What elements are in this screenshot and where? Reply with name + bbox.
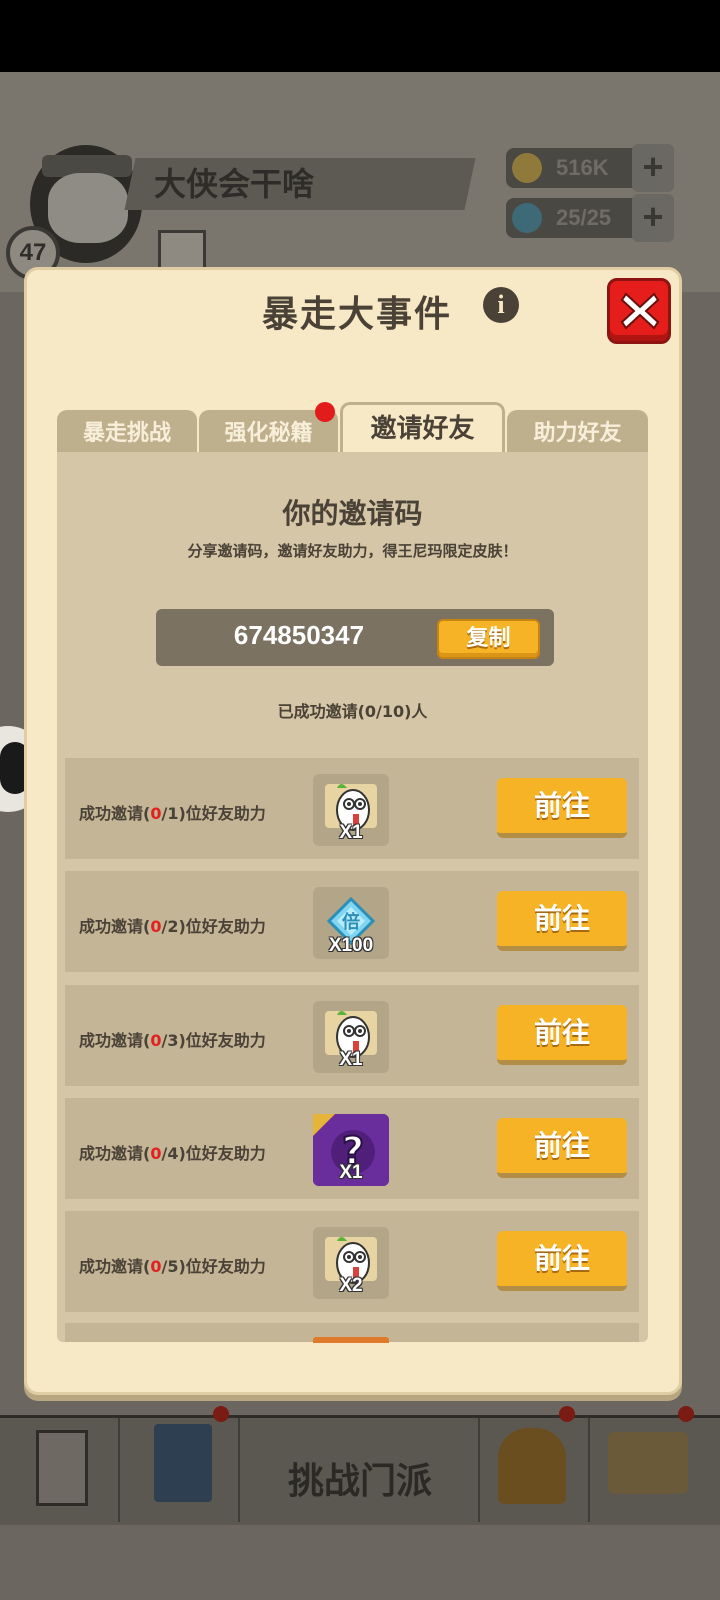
add-coin-button[interactable]: + bbox=[632, 144, 674, 192]
energy-resource: 25/25 + bbox=[506, 194, 674, 242]
mail-icon[interactable] bbox=[158, 230, 206, 270]
nav-equipment[interactable] bbox=[480, 1418, 590, 1522]
reward-quantity: X100 bbox=[328, 935, 374, 956]
info-icon[interactable]: i bbox=[483, 287, 519, 323]
reward-item[interactable]: ? X1 bbox=[313, 1114, 389, 1186]
helmet-icon bbox=[498, 1428, 566, 1504]
go-button[interactable]: 前往 bbox=[497, 1118, 627, 1178]
coin-value: 516K bbox=[556, 155, 609, 180]
nav-collect[interactable] bbox=[590, 1418, 720, 1522]
reward-quantity: X2 bbox=[339, 1275, 363, 1296]
add-energy-button[interactable]: + bbox=[632, 194, 674, 242]
go-button[interactable]: 前往 bbox=[497, 1005, 627, 1065]
reward-item[interactable]: X2 bbox=[313, 1227, 389, 1299]
invite-code-heading: 你的邀请码 bbox=[282, 497, 423, 530]
coin-resource: 516K + bbox=[506, 144, 674, 192]
nav-task[interactable] bbox=[0, 1418, 120, 1522]
nav-notification-dot bbox=[559, 1406, 575, 1422]
go-button[interactable]: 前往 bbox=[497, 1231, 627, 1291]
reward-row-partial bbox=[65, 1323, 639, 1343]
tab-notification-dot bbox=[315, 402, 335, 422]
reward-row: 成功邀请(0/5)位好友助力 X2 前往 bbox=[65, 1211, 639, 1312]
reward-item-stub bbox=[313, 1337, 389, 1343]
coin-icon bbox=[512, 153, 542, 183]
reward-condition: 成功邀请(0/3)位好友助力 bbox=[79, 1031, 266, 1050]
reward-quantity: X1 bbox=[339, 1162, 363, 1183]
copy-button[interactable]: 复制 bbox=[437, 619, 540, 659]
book-icon bbox=[154, 1424, 212, 1502]
challenge-sect-label: 挑战门派 bbox=[287, 1461, 432, 1502]
player-name: 大侠会干啥 bbox=[124, 158, 476, 210]
reward-condition: 成功邀请(0/1)位好友助力 bbox=[79, 804, 266, 823]
invite-code-value: 674850347 bbox=[233, 620, 365, 650]
player-name-text: 大侠会干啥 bbox=[154, 165, 315, 203]
go-button[interactable]: 前往 bbox=[497, 891, 627, 951]
status-bar bbox=[0, 0, 720, 72]
reward-row: 成功邀请(0/4)位好友助力 ? X1 前往 bbox=[65, 1098, 639, 1199]
reward-row: 成功邀请(0/3)位好友助力 X1 前往 bbox=[65, 985, 639, 1086]
nav-notification-dot bbox=[213, 1406, 229, 1422]
close-button[interactable] bbox=[607, 278, 671, 344]
svg-text:倍: 倍 bbox=[342, 911, 360, 933]
close-icon bbox=[620, 292, 660, 330]
nav-cultivate[interactable] bbox=[120, 1418, 240, 1522]
tab-invite-friends[interactable]: 邀请好友 bbox=[340, 402, 505, 454]
reward-condition: 成功邀请(0/4)位好友助力 bbox=[79, 1144, 266, 1163]
task-scroll-icon bbox=[36, 1430, 88, 1506]
nav-notification-dot bbox=[678, 1406, 694, 1422]
energy-value: 25/25 bbox=[556, 205, 612, 230]
tab-rampage-challenge[interactable]: 暴走挑战 bbox=[57, 410, 197, 454]
reward-row: 成功邀请(0/2)位好友助力 倍 X100 前往 bbox=[65, 871, 639, 972]
reward-item[interactable]: X1 bbox=[313, 774, 389, 846]
reward-item[interactable]: X1 bbox=[313, 1001, 389, 1073]
reward-quantity: X1 bbox=[339, 822, 363, 843]
invited-count: 已成功邀请(0/10)人 bbox=[277, 702, 428, 721]
invite-code-subtitle: 分享邀请码，邀请好友助力，得王尼玛限定皮肤！ bbox=[187, 542, 518, 560]
reward-condition: 成功邀请(0/2)位好友助力 bbox=[79, 917, 266, 936]
reward-row: 成功邀请(0/1)位好友助力 X1 前往 bbox=[65, 758, 639, 859]
go-button[interactable]: 前往 bbox=[497, 778, 627, 838]
energy-icon bbox=[512, 203, 542, 233]
shop-icon bbox=[608, 1432, 688, 1494]
reward-condition: 成功邀请(0/5)位好友助力 bbox=[79, 1257, 266, 1276]
reward-item[interactable]: 倍 X100 bbox=[313, 887, 389, 959]
tab-help-friends[interactable]: 助力好友 bbox=[507, 410, 648, 454]
reward-quantity: X1 bbox=[339, 1049, 363, 1070]
